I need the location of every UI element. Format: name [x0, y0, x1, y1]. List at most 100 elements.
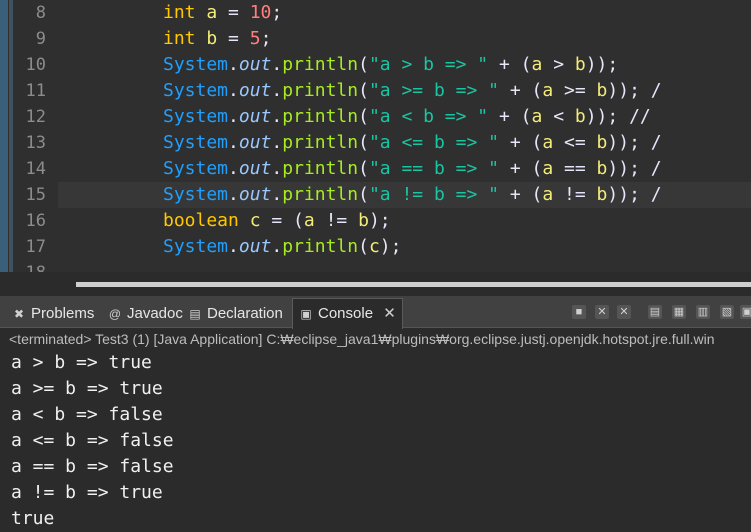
code-token: >	[542, 54, 575, 75]
clear-console-icon[interactable]: ▤	[648, 305, 662, 319]
code-line[interactable]: System.out.println("a >= b => " + (a >= …	[58, 78, 751, 104]
code-token: a	[542, 184, 554, 205]
console-output-line: a == b => false	[11, 456, 174, 477]
remove-all-launches-icon[interactable]: ✕	[617, 305, 631, 319]
code-token: <	[542, 106, 575, 127]
code-line[interactable]: System.out.println("a > b => " + (a > b)…	[58, 52, 751, 78]
code-token: b	[574, 54, 586, 75]
code-token: + (	[488, 106, 532, 127]
display-console-icon[interactable]: ▣	[740, 305, 751, 319]
code-token: out	[238, 54, 272, 75]
overview-ruler	[0, 0, 8, 272]
code-token: .	[228, 158, 239, 179]
console-status: <terminated> Test3 (1) [Java Application…	[9, 331, 715, 347]
code-token: = (	[260, 210, 304, 231]
code-token: out	[238, 184, 272, 205]
code-token: a	[206, 2, 218, 23]
tab-declaration[interactable]: ▤ Declaration	[188, 300, 283, 328]
code-editor[interactable]: 89101112131415161718 int a = 10;int b = …	[0, 0, 751, 272]
code-token: a	[531, 54, 543, 75]
remove-launch-icon[interactable]: ✕	[595, 305, 609, 319]
line-number: 14	[25, 159, 46, 179]
scroll-lock-icon[interactable]: ▦	[672, 305, 686, 319]
code-token: 5	[249, 28, 261, 49]
line-number: 16	[25, 211, 46, 231]
code-token: println	[282, 80, 359, 101]
pin-console-icon[interactable]: ▧	[720, 305, 734, 319]
code-token: println	[282, 158, 359, 179]
code-token: + (	[488, 54, 532, 75]
code-token: b	[574, 106, 586, 127]
code-token: + (	[498, 80, 543, 101]
code-token: "a == b => "	[368, 158, 499, 179]
code-token: System	[163, 80, 229, 101]
code-token: .	[271, 158, 283, 179]
tab-label: Declaration	[207, 305, 283, 322]
code-token: 10	[249, 2, 272, 23]
code-line[interactable]: boolean c = (a != b);	[58, 208, 751, 234]
code-token: int	[163, 2, 196, 23]
console-panel: ✖ Problems @ Javadoc ▤ Declaration ▣ Console…	[0, 296, 751, 532]
code-token: println	[282, 106, 359, 127]
code-token: )); /	[607, 80, 662, 101]
code-line[interactable]	[58, 260, 751, 272]
code-token: c	[249, 210, 261, 231]
code-line[interactable]: int a = 10;	[58, 0, 751, 26]
code-token: (	[358, 106, 369, 127]
code-token: b	[596, 132, 608, 153]
code-token: <=	[553, 132, 597, 153]
code-token: out	[238, 106, 272, 127]
scrollbar-thumb[interactable]	[76, 282, 751, 287]
code-token: boolean	[163, 210, 239, 231]
code-token: .	[271, 132, 283, 153]
terminate-icon[interactable]: ■	[572, 305, 586, 319]
code-token: + (	[498, 132, 543, 153]
code-token: a	[531, 106, 543, 127]
word-wrap-icon[interactable]: ▥	[696, 305, 710, 319]
code-line[interactable]: System.out.println("a == b => " + (a == …	[58, 156, 751, 182]
code-token: a	[303, 210, 315, 231]
code-token: System	[163, 236, 229, 257]
close-tab-icon[interactable]: ✕	[383, 305, 396, 322]
code-token: !=	[314, 210, 359, 231]
code-token: =	[217, 2, 250, 23]
code-token: out	[238, 158, 272, 179]
view-tab-bar: ✖ Problems @ Javadoc ▤ Declaration ▣ Console…	[0, 296, 751, 329]
code-token: ;	[260, 28, 272, 49]
code-token: .	[228, 54, 239, 75]
code-line[interactable]: int b = 5;	[58, 26, 751, 52]
tab-problems[interactable]: ✖ Problems	[12, 300, 94, 328]
code-token: a	[542, 80, 554, 101]
code-token: !=	[553, 184, 597, 205]
tab-javadoc[interactable]: @ Javadoc	[108, 300, 183, 328]
tab-label: Console	[318, 305, 374, 322]
code-token: (	[358, 158, 369, 179]
code-line[interactable]: System.out.println(c);	[58, 234, 751, 260]
code-token: b	[596, 80, 608, 101]
code-token: (	[358, 236, 369, 257]
console-output-line: a >= b => true	[11, 378, 163, 399]
code-token: .	[228, 80, 239, 101]
code-line[interactable]: System.out.println("a != b => " + (a != …	[58, 182, 751, 208]
code-token: println	[282, 236, 359, 257]
console-output-line: a != b => true	[11, 482, 163, 503]
code-token: b	[206, 28, 218, 49]
line-number: 18	[10, 260, 46, 272]
code-token: .	[271, 184, 283, 205]
code-token: b	[596, 158, 608, 179]
code-token: (	[358, 54, 369, 75]
code-token: a	[542, 132, 554, 153]
code-token: )); /	[607, 132, 662, 153]
editor-horizontal-scrollbar[interactable]	[58, 272, 751, 296]
line-number: 13	[25, 133, 46, 153]
code-token: ;	[271, 2, 283, 23]
code-token: );	[368, 210, 391, 231]
code-line[interactable]: System.out.println("a < b => " + (a < b)…	[58, 104, 751, 130]
code-token: println	[282, 54, 359, 75]
code-line[interactable]: System.out.println("a <= b => " + (a <= …	[58, 130, 751, 156]
code-token: .	[228, 184, 239, 205]
code-token: .	[228, 106, 239, 127]
tab-console[interactable]: ▣ Console ✕	[292, 298, 403, 329]
code-token: =	[217, 28, 250, 49]
